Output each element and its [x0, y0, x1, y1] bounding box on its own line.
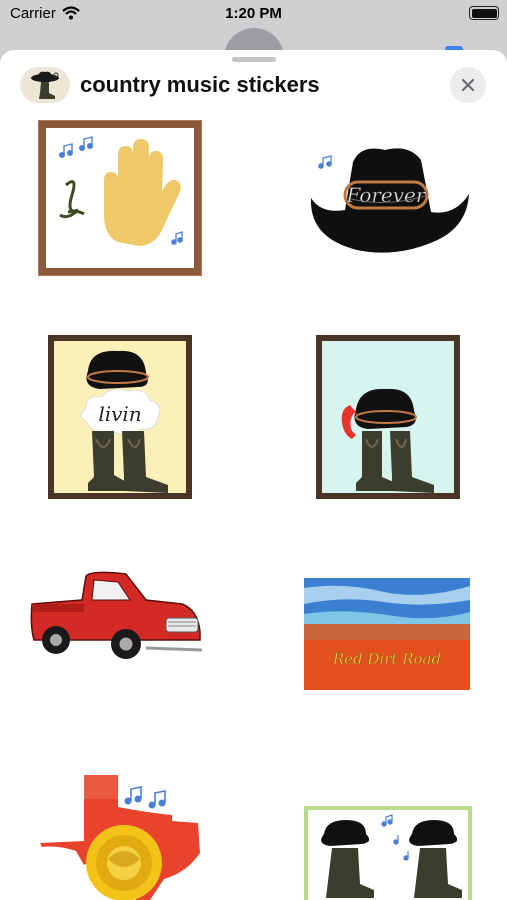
sticker-texas-yellow-rose[interactable] — [40, 775, 202, 900]
battery-icon — [469, 6, 499, 20]
clock: 1:20 PM — [225, 5, 282, 22]
livin-label: livin — [98, 402, 141, 426]
sheet-title: country music stickers — [80, 72, 320, 97]
red-dirt-road-label: Red Dirt Road — [332, 650, 441, 668]
status-bar: Carrier 1:20 PM — [0, 0, 507, 30]
sticker-two-hats-boots[interactable] — [304, 806, 472, 900]
sticker-forever-hat[interactable]: Forever — [305, 142, 473, 258]
sticker-sheet: country music stickers Forever livin Red… — [0, 50, 507, 900]
sticker-phone-hat-boots[interactable] — [316, 335, 460, 499]
forever-label: Forever — [346, 183, 427, 207]
sticker-red-dirt-road[interactable]: Red Dirt Road — [304, 578, 470, 690]
close-icon — [461, 78, 475, 92]
sheet-grabber[interactable] — [232, 57, 276, 62]
cowboy-boot-app-icon — [20, 67, 70, 103]
sticker-livin-hat-boots[interactable]: livin — [48, 335, 192, 499]
sticker-hand-lasso-frame[interactable] — [38, 120, 202, 276]
sticker-red-pickup-truck[interactable] — [26, 570, 204, 666]
close-button[interactable] — [450, 67, 486, 103]
